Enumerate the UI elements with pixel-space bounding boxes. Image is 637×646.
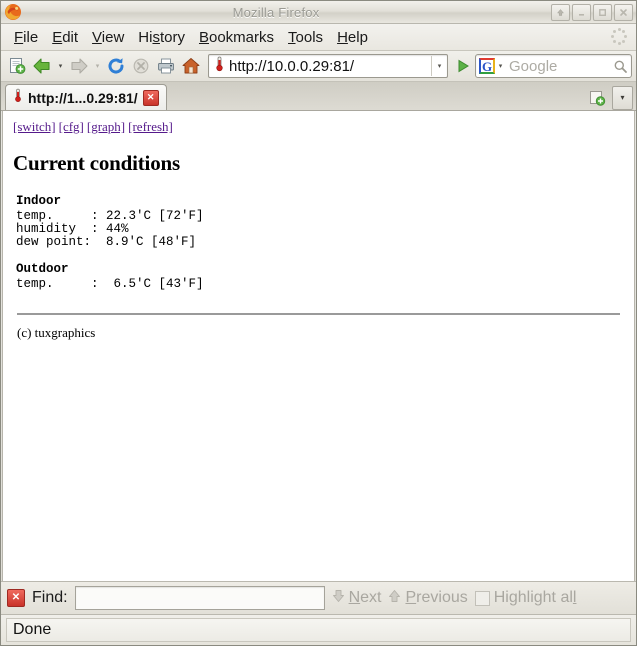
- forward-history-dropdown: ▾: [95, 63, 100, 70]
- find-close-icon[interactable]: ✕: [7, 589, 25, 607]
- highlight-pre: Highlight al: [493, 589, 573, 606]
- menu-tools[interactable]: Tools: [281, 27, 330, 48]
- window-title: Mozilla Firefox: [232, 4, 320, 20]
- find-label: Find:: [32, 589, 68, 606]
- menu-help-post: elp: [347, 28, 368, 46]
- find-next-button: Next: [332, 589, 382, 608]
- new-tab-icon[interactable]: [5, 54, 29, 78]
- copyright-text: (c) tuxgraphics: [17, 325, 96, 340]
- menu-help-key: H: [337, 28, 348, 46]
- page-content: [switch] [cfg] [graph] [refresh] Current co…: [2, 111, 635, 581]
- find-next-label: Next: [349, 589, 382, 607]
- close-button[interactable]: [614, 3, 633, 21]
- menu-view[interactable]: View: [85, 27, 131, 48]
- highlight-key: l: [572, 589, 577, 606]
- forward-arrow-icon: [67, 54, 91, 78]
- search-icon[interactable]: [609, 59, 631, 74]
- menu-view-post: iew: [101, 28, 125, 46]
- menu-bookmarks[interactable]: Bookmarks: [192, 27, 281, 48]
- firefox-icon: [3, 2, 23, 22]
- menu-edit-key: E: [52, 28, 63, 46]
- highlight-all-label: Highlight all: [494, 589, 577, 607]
- menu-history-key: s: [152, 28, 160, 46]
- find-next-key: N: [348, 589, 361, 606]
- menu-history-post: tory: [159, 28, 185, 46]
- find-bar: ✕ Find: Next Previous Highlight all: [1, 581, 636, 614]
- tab-active[interactable]: http://1...0.29:81/ ✕: [5, 84, 167, 110]
- go-button[interactable]: [452, 54, 474, 78]
- google-g-icon: G: [479, 58, 495, 74]
- back-history-dropdown[interactable]: ▾: [55, 54, 66, 78]
- horizontal-rule: [17, 313, 620, 315]
- search-engine-dropdown-icon[interactable]: ▾: [495, 62, 506, 70]
- find-prev-post: revious: [416, 589, 468, 606]
- arrow-down-icon: [332, 589, 345, 608]
- menu-view-key: V: [92, 28, 102, 46]
- home-icon[interactable]: [179, 54, 203, 78]
- menu-history-pre: Hi: [138, 28, 153, 46]
- arrow-up-icon: [388, 589, 401, 608]
- maximize-button[interactable]: [593, 3, 612, 21]
- window-controls: [551, 3, 633, 21]
- menu-edit[interactable]: Edit: [45, 27, 85, 48]
- find-input[interactable]: [74, 586, 325, 610]
- stop-icon: [129, 54, 153, 78]
- menu-history[interactable]: History: [131, 27, 192, 48]
- link-switch[interactable]: [switch]: [13, 119, 56, 134]
- reload-icon[interactable]: [104, 54, 128, 78]
- tab-bar-controls: ▾: [584, 85, 636, 110]
- menu-bar: File Edit View History Bookmarks Tools H…: [1, 24, 636, 51]
- indoor-readings: temp. : 22.3'C [72'F] humidity : 44% dew…: [16, 209, 204, 249]
- menu-bookmarks-post: ookmarks: [209, 28, 275, 46]
- outdoor-readings: temp. : 6.5'C [43'F]: [16, 277, 204, 291]
- menu-tools-key: T: [288, 28, 296, 46]
- shade-button[interactable]: [551, 3, 570, 21]
- new-tab-button[interactable]: [584, 86, 610, 110]
- tab-title: http://1...0.29:81/: [28, 89, 138, 106]
- tab-favicon-thermometer-icon: [13, 88, 23, 108]
- menu-edit-post: dit: [62, 28, 79, 46]
- url-bar[interactable]: http://10.0.0.29:81/ ▾: [208, 54, 448, 78]
- tab-list-dropdown[interactable]: ▾: [612, 85, 633, 110]
- url-text[interactable]: http://10.0.0.29:81/: [229, 58, 431, 75]
- status-text: Done: [6, 618, 631, 642]
- browser-window: Mozilla Firefox File Edit View History B…: [0, 0, 637, 646]
- navigation-toolbar: ▾ ▾ http://10.0.0.29:81/ ▾ G ▾ Google: [1, 51, 636, 82]
- search-bar[interactable]: G ▾ Google: [475, 54, 632, 78]
- indoor-section-heading: Indoor: [16, 194, 62, 208]
- print-icon[interactable]: [154, 54, 178, 78]
- outdoor-section-heading: Outdoor: [16, 262, 69, 276]
- back-arrow-icon[interactable]: [30, 54, 54, 78]
- tab-close-icon[interactable]: ✕: [142, 89, 159, 106]
- find-previous-button: Previous: [388, 589, 468, 608]
- find-next-post: ext: [360, 589, 382, 606]
- menu-file-key: F: [14, 28, 24, 46]
- link-graph[interactable]: [graph]: [87, 119, 125, 134]
- title-bar: Mozilla Firefox: [1, 1, 636, 24]
- menu-help[interactable]: Help: [330, 27, 375, 48]
- checkbox-icon: [474, 590, 490, 606]
- link-refresh[interactable]: [refresh]: [128, 119, 173, 134]
- link-cfg[interactable]: [cfg]: [59, 119, 84, 134]
- page-nav-links: [switch] [cfg] [graph] [refresh]: [13, 119, 624, 135]
- tab-bar-spacer: [167, 82, 584, 110]
- thermometer-icon: [214, 56, 225, 77]
- find-prev-key: P: [405, 589, 417, 606]
- highlight-all-checkbox: Highlight all: [474, 589, 577, 607]
- menu-bookmarks-key: B: [198, 28, 209, 46]
- url-dropdown-icon[interactable]: ▾: [431, 56, 447, 76]
- status-bar: Done: [1, 614, 636, 645]
- tab-bar: http://1...0.29:81/ ✕ ▾: [1, 82, 636, 111]
- activity-indicator-icon: [610, 28, 628, 46]
- minimize-button[interactable]: [572, 3, 591, 21]
- menu-file-post: ile: [23, 28, 39, 46]
- menu-tools-post: ools: [295, 28, 324, 46]
- search-input[interactable]: Google: [506, 58, 609, 75]
- find-previous-label: Previous: [405, 589, 467, 607]
- menu-file[interactable]: File: [7, 27, 45, 48]
- page-title: Current conditions: [13, 151, 180, 175]
